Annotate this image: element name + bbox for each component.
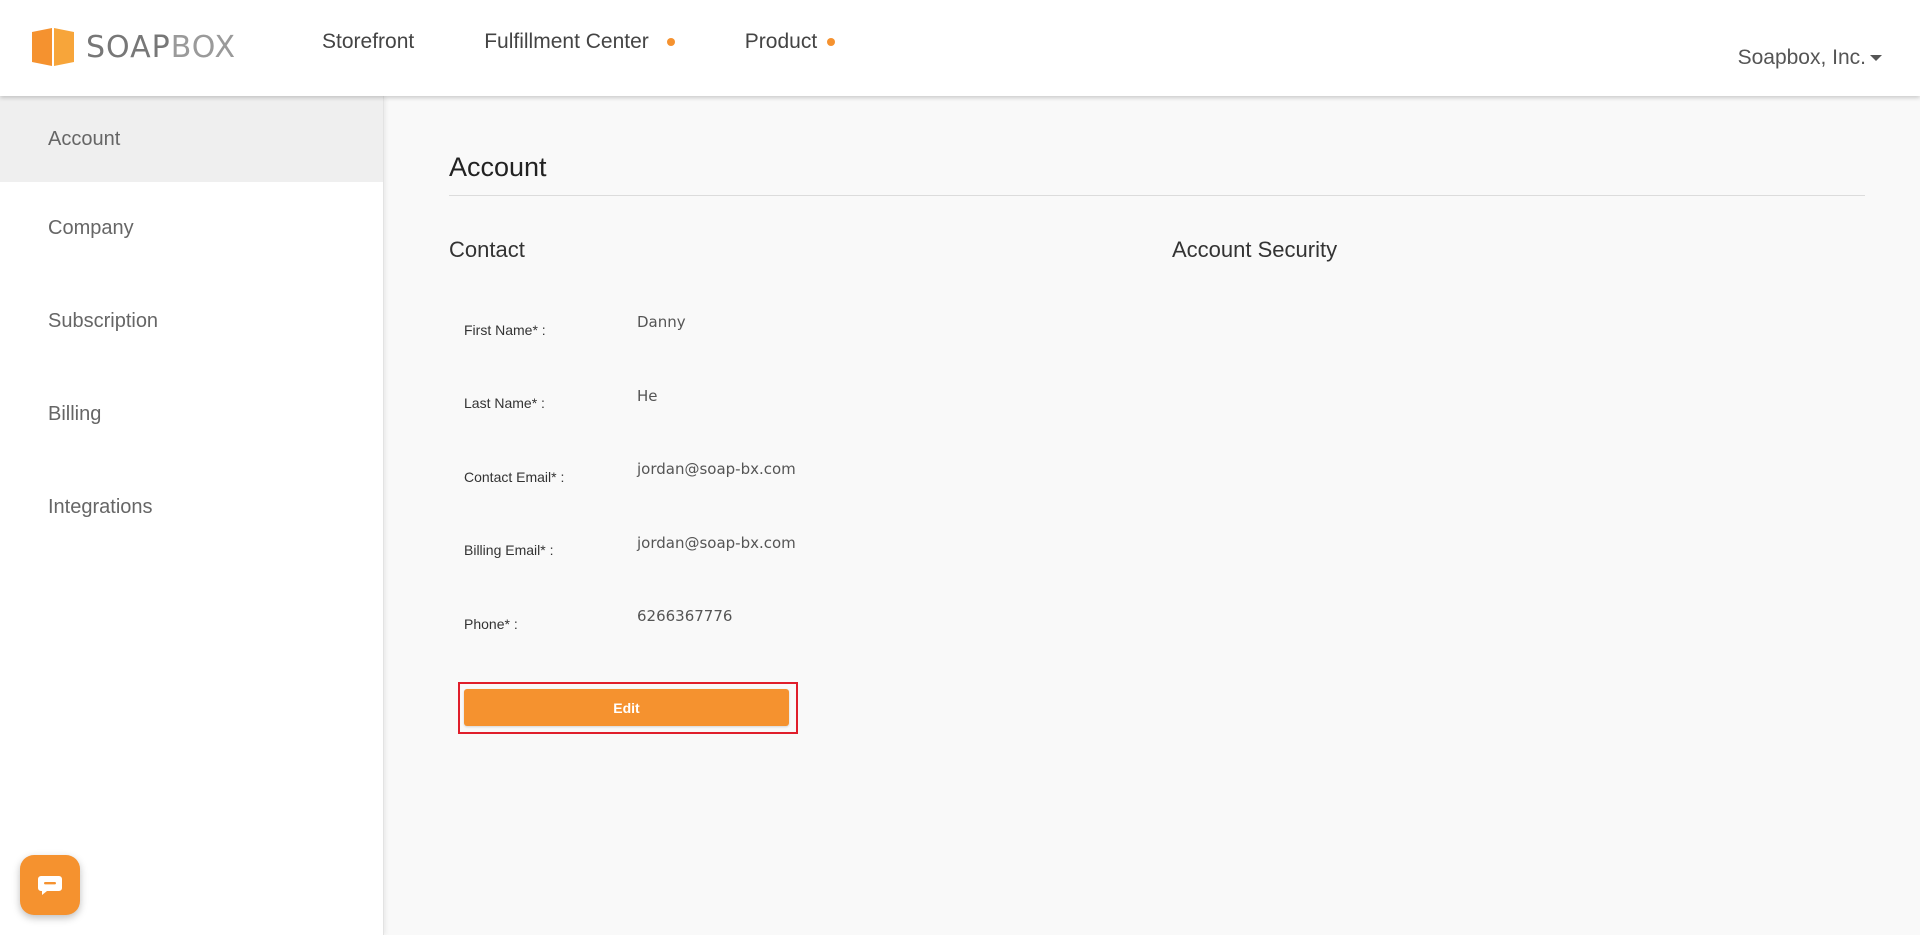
notification-dot-icon — [827, 38, 836, 46]
billing-email-value: jordan@soap-bx.com — [637, 534, 796, 552]
nav-product-label: Product — [744, 30, 818, 53]
nav-storefront-label: Storefront — [322, 30, 415, 53]
nav-fulfillment-center[interactable]: Fulfillment Center — [484, 30, 675, 54]
sidebar-item-label: Company — [48, 217, 134, 239]
sidebar-item-subscription[interactable]: Subscription — [0, 275, 383, 368]
chat-icon — [38, 876, 62, 895]
last-name-label: Last Name* : — [464, 395, 545, 411]
phone-label: Phone* : — [464, 616, 518, 632]
edit-button[interactable]: Edit — [464, 689, 789, 726]
settings-sidebar: Account Company Subscription Billing Int… — [0, 96, 384, 935]
sidebar-item-label: Account — [48, 127, 121, 150]
contact-email-label: Contact Email* : — [464, 469, 565, 485]
chat-launcher-button[interactable] — [20, 855, 80, 915]
sidebar-item-label: Integrations — [48, 496, 153, 518]
main-nav: Storefront Fulfillment Center Product — [322, 30, 905, 54]
title-divider — [449, 195, 1865, 196]
sidebar-item-label: Billing — [48, 403, 102, 425]
top-navbar: SOAPBOX Storefront Fulfillment Center Pr… — [0, 0, 1920, 96]
company-dropdown[interactable]: Soapbox, Inc. — [1738, 46, 1882, 70]
notification-dot-icon — [666, 38, 675, 46]
logo-word-box: BOX — [170, 29, 237, 65]
logo-wordmark: SOAPBOX — [86, 30, 236, 65]
sidebar-item-integrations[interactable]: Integrations — [0, 461, 383, 554]
account-security-section-title: Account Security — [1172, 237, 1338, 262]
soapbox-logo[interactable]: SOAPBOX — [30, 24, 236, 70]
billing-email-label: Billing Email* : — [464, 542, 554, 558]
company-dropdown-label: Soapbox, Inc. — [1737, 46, 1866, 69]
sidebar-item-company[interactable]: Company — [0, 182, 383, 275]
nav-product[interactable]: Product — [744, 30, 836, 54]
contact-section-title: Contact — [449, 237, 525, 262]
nav-fulfillment-center-label: Fulfillment Center — [484, 30, 649, 53]
sidebar-item-billing[interactable]: Billing — [0, 368, 383, 461]
last-name-value: He — [637, 387, 658, 405]
nav-storefront[interactable]: Storefront — [322, 30, 414, 54]
contact-email-value: jordan@soap-bx.com — [637, 460, 796, 478]
first-name-value: Danny — [637, 313, 686, 331]
sidebar-item-account[interactable]: Account — [0, 96, 383, 182]
caret-down-icon — [1870, 55, 1882, 61]
sidebar-item-label: Subscription — [48, 310, 159, 332]
first-name-label: First Name* : — [464, 322, 546, 338]
soapbox-logo-icon — [32, 28, 74, 66]
logo-word-soap: SOAP — [86, 29, 171, 65]
phone-value: 6266367776 — [637, 607, 733, 625]
page-title: Account — [449, 152, 547, 182]
